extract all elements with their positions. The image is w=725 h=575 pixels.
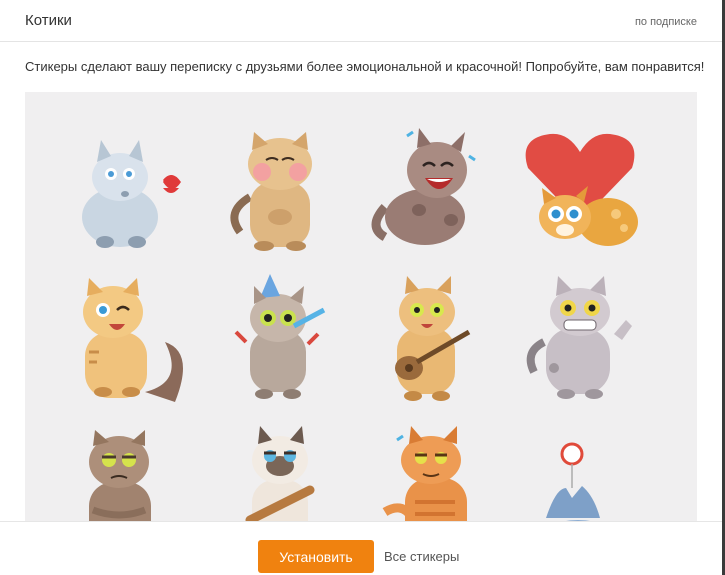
subscription-label: по подписке xyxy=(634,16,697,28)
sticker-preview-area xyxy=(25,92,697,522)
cat-sticker-blush xyxy=(220,122,340,252)
cat-sticker-yoyo xyxy=(520,422,640,522)
pack-description: Стикеры сделают вашу переписку с друзьям… xyxy=(25,59,705,74)
dialog-footer: Установить Все стикеры xyxy=(0,521,725,575)
install-button[interactable]: Установить xyxy=(258,540,374,573)
all-stickers-link[interactable]: Все стикеры xyxy=(384,549,459,564)
cat-sticker-guitar xyxy=(365,272,485,402)
cat-sticker-kiss xyxy=(65,122,185,252)
cat-sticker-heart xyxy=(520,122,640,252)
cat-sticker-orange-smug xyxy=(365,422,485,522)
cat-sticker-party xyxy=(220,272,340,402)
cat-sticker-siamese-bat xyxy=(220,422,340,522)
cat-sticker-wink xyxy=(65,272,185,402)
dialog-header: Котики по подписке xyxy=(0,0,725,42)
cat-sticker-grin xyxy=(520,272,640,402)
sticker-pack-title: Котики xyxy=(25,12,72,29)
cat-sticker-grumpy xyxy=(65,422,185,522)
cat-sticker-laugh xyxy=(365,122,485,252)
